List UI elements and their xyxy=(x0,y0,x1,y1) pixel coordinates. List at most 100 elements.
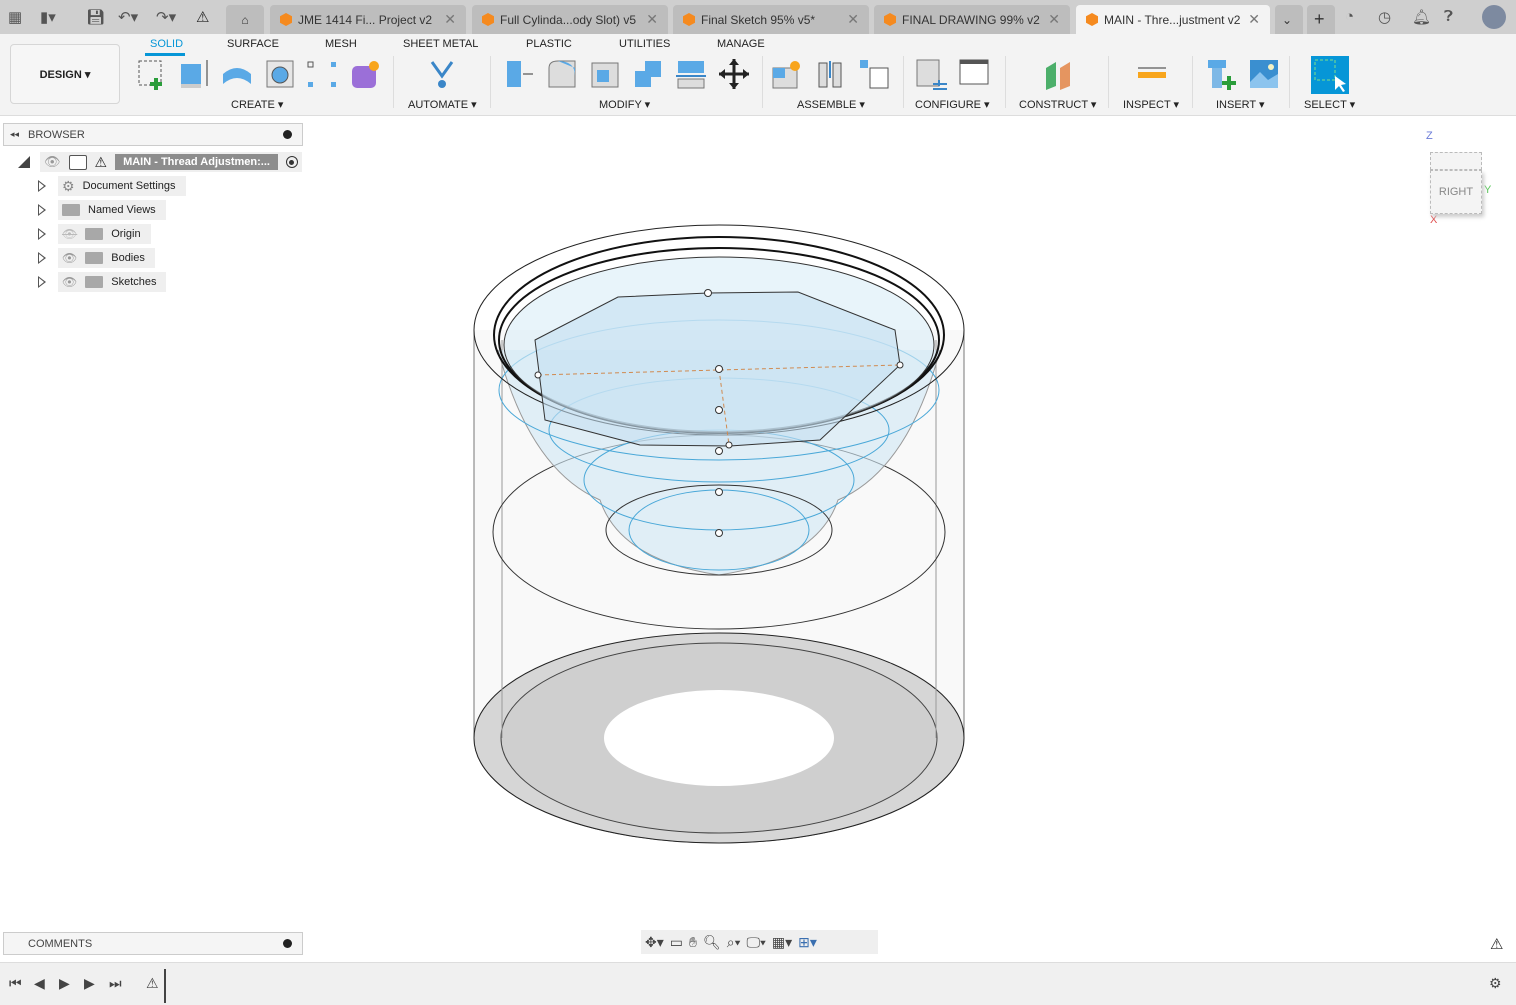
redo-icon[interactable]: ↷▾ xyxy=(156,8,176,26)
close-icon[interactable]: ✕ xyxy=(847,11,859,28)
construct-plane-icon[interactable] xyxy=(1042,58,1074,90)
expand-icon[interactable] xyxy=(38,276,46,288)
new-tab-button[interactable]: + xyxy=(1307,5,1335,34)
create-form-icon[interactable] xyxy=(349,58,381,90)
browser-root[interactable]: 👁︎ ⚠ MAIN - Thread Adjustmen:... xyxy=(18,152,302,172)
revolve-icon[interactable] xyxy=(221,58,253,90)
save-icon[interactable]: 💾︎ xyxy=(86,8,105,26)
workspace-switcher[interactable]: DESIGN ▾ xyxy=(10,44,120,104)
construct-menu[interactable]: CONSTRUCT ▾ xyxy=(1019,98,1096,111)
expand-icon[interactable] xyxy=(38,252,46,264)
file-menu-icon[interactable]: ▮▾ xyxy=(40,8,56,26)
look-at-icon[interactable]: ▭ xyxy=(670,934,683,951)
browser-item-bodies[interactable]: 👁︎ Bodies xyxy=(38,248,155,268)
extrude-icon[interactable] xyxy=(178,58,210,90)
create-sketch-icon[interactable] xyxy=(136,58,168,90)
create-menu[interactable]: CREATE ▾ xyxy=(231,98,283,111)
tab-document[interactable]: FINAL DRAWING 99% v2 ✕ xyxy=(874,5,1070,34)
tab-mesh[interactable]: MESH xyxy=(325,38,357,50)
insert-canvas-icon[interactable] xyxy=(1248,58,1280,90)
undo-icon[interactable]: ↶▾ xyxy=(118,8,138,26)
configure-menu[interactable]: CONFIGURE ▾ xyxy=(915,98,990,111)
avatar[interactable] xyxy=(1482,5,1506,29)
split-body-icon[interactable] xyxy=(675,58,707,90)
zoom-icon[interactable]: 🔍︎ xyxy=(703,934,721,951)
play-icon[interactable]: ▶︎ xyxy=(59,975,70,992)
assemble-menu[interactable]: ASSEMBLE ▾ xyxy=(797,98,865,111)
joint-icon[interactable] xyxy=(815,58,847,90)
tab-document-active[interactable]: MAIN - Thre...justment v2 ✕ xyxy=(1076,5,1270,34)
timeline-warning-icon[interactable]: ⚠ xyxy=(146,975,159,992)
fillet-icon[interactable] xyxy=(546,58,578,90)
press-pull-icon[interactable] xyxy=(503,58,535,90)
browser-panel-header[interactable]: ◂◂ BROWSER xyxy=(3,123,303,146)
viewcube-right-face[interactable]: RIGHT xyxy=(1430,170,1482,214)
home-tab[interactable]: ⌂ xyxy=(226,5,264,34)
tab-utilities[interactable]: UTILITIES xyxy=(619,38,670,50)
browser-item-sketches[interactable]: 👁︎ Sketches xyxy=(38,272,167,292)
step-forward-icon[interactable]: ▶︎ xyxy=(84,975,95,992)
combine-icon[interactable] xyxy=(632,58,664,90)
tab-manage[interactable]: MANAGE xyxy=(717,38,765,50)
tab-sheet-metal[interactable]: SHEET METAL xyxy=(403,38,478,50)
pattern-icon[interactable] xyxy=(306,58,338,90)
tab-document[interactable]: Full Cylinda...ody Slot) v5 ✕ xyxy=(472,5,668,34)
measure-icon[interactable] xyxy=(1136,58,1168,90)
expand-icon[interactable] xyxy=(38,180,46,192)
close-icon[interactable]: ✕ xyxy=(444,11,456,28)
bill-of-materials-icon[interactable] xyxy=(858,58,890,90)
browser-item-named-views[interactable]: Named Views xyxy=(38,200,166,220)
close-icon[interactable]: ✕ xyxy=(1248,11,1260,28)
shell-icon[interactable] xyxy=(589,58,621,90)
tab-document[interactable]: JME 1414 Fi... Project v2 ✕ xyxy=(270,5,466,34)
warning-icon[interactable]: ⚠ xyxy=(1490,935,1503,953)
expand-triangle-icon[interactable] xyxy=(18,156,30,168)
timeline-marker[interactable] xyxy=(164,969,166,1003)
grid-icon[interactable]: ▦▾ xyxy=(772,934,792,951)
display-settings-icon[interactable]: 🖵▾ xyxy=(747,934,766,951)
fit-icon[interactable]: ⌕▾ xyxy=(727,934,741,951)
eye-hidden-icon[interactable]: 👁︎ xyxy=(62,227,77,241)
move-icon[interactable] xyxy=(718,58,750,90)
comments-panel-header[interactable]: COMMENTS xyxy=(3,932,303,955)
activate-radio[interactable] xyxy=(285,156,298,168)
orbit-icon[interactable]: ✥▾ xyxy=(645,934,664,951)
add-comment-icon[interactable] xyxy=(283,939,292,948)
tab-surface[interactable]: SURFACE xyxy=(227,38,279,50)
timeline-settings-icon[interactable]: ⚙ xyxy=(1489,975,1502,992)
warning-icon[interactable]: ⚠ xyxy=(196,8,209,26)
browser-item-origin[interactable]: 👁︎ Origin xyxy=(38,224,151,244)
select-icon[interactable] xyxy=(1311,56,1349,94)
close-icon[interactable]: ✕ xyxy=(646,11,658,28)
configuration-table-icon[interactable] xyxy=(958,58,990,90)
eye-icon[interactable]: 👁︎ xyxy=(44,154,61,170)
tab-document[interactable]: Final Sketch 95% v5* ✕ xyxy=(673,5,869,34)
tab-solid[interactable]: SOLID xyxy=(150,38,183,50)
select-menu[interactable]: SELECT ▾ xyxy=(1304,98,1355,111)
notification-bell-icon[interactable]: 🔔︎ xyxy=(1412,8,1431,26)
hole-icon[interactable] xyxy=(264,58,296,90)
new-component-icon[interactable] xyxy=(771,58,803,90)
expand-icon[interactable] xyxy=(38,228,46,240)
tab-overflow-button[interactable]: ⌄ xyxy=(1275,5,1303,34)
eye-icon[interactable]: 👁︎ xyxy=(62,251,77,265)
browser-item-document-settings[interactable]: ⚙ Document Settings xyxy=(38,176,186,196)
step-back-icon[interactable]: ◀︎ xyxy=(34,975,45,992)
sync-icon[interactable]: ◔ xyxy=(1345,8,1354,25)
expand-icon[interactable] xyxy=(38,204,46,216)
viewports-icon[interactable]: ⊞▾ xyxy=(798,934,817,951)
pin-icon[interactable] xyxy=(283,130,292,139)
viewcube-top-face[interactable] xyxy=(1430,152,1482,170)
clock-icon[interactable]: ◷ xyxy=(1378,8,1391,26)
eye-icon[interactable]: 👁︎ xyxy=(62,275,77,289)
go-to-start-icon[interactable]: ⏮︎ xyxy=(9,975,22,992)
modify-menu[interactable]: MODIFY ▾ xyxy=(599,98,650,111)
viewcube[interactable]: Z X Y RIGHT xyxy=(1422,130,1502,230)
apps-grid-icon[interactable]: ▦ xyxy=(8,8,22,26)
insert-menu[interactable]: INSERT ▾ xyxy=(1216,98,1265,111)
go-to-end-icon[interactable]: ⏭︎ xyxy=(109,975,122,992)
collapse-icon[interactable]: ◂◂ xyxy=(10,129,19,140)
insert-mcmaster-icon[interactable] xyxy=(1206,58,1238,90)
automate-menu[interactable]: AUTOMATE ▾ xyxy=(408,98,477,111)
automate-icon[interactable] xyxy=(426,58,458,90)
